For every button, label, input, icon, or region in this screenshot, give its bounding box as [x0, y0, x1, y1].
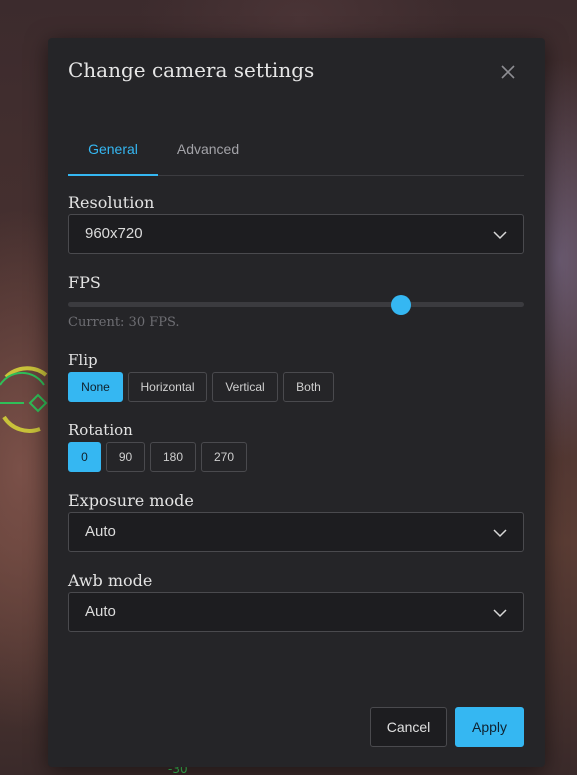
- settings-tabs: General Advanced: [68, 131, 524, 176]
- crosshair-hud-icon: [0, 366, 48, 433]
- flip-option-none[interactable]: None: [68, 372, 123, 402]
- camera-settings-dialog: Change camera settings General Advanced …: [48, 38, 545, 767]
- awb-mode-value: Auto: [85, 603, 116, 620]
- fps-slider[interactable]: [68, 294, 524, 315]
- apply-button[interactable]: Apply: [455, 707, 524, 747]
- flip-label: Flip: [68, 351, 98, 369]
- rotation-label: Rotation: [68, 421, 133, 439]
- resolution-label: Resolution: [68, 193, 155, 212]
- tab-advanced[interactable]: Advanced: [168, 131, 248, 176]
- exposure-mode-label: Exposure mode: [68, 491, 194, 510]
- rotation-option-180[interactable]: 180: [150, 442, 196, 472]
- resolution-select[interactable]: 960x720: [68, 214, 524, 254]
- resolution-value: 960x720: [85, 225, 143, 242]
- fps-current-text: Current: 30 FPS.: [68, 315, 180, 330]
- tab-general[interactable]: General: [68, 131, 158, 176]
- flip-option-vertical[interactable]: Vertical: [212, 372, 278, 402]
- rotation-option-90[interactable]: 90: [106, 442, 145, 472]
- chevron-down-icon: [493, 231, 507, 240]
- awb-mode-label: Awb mode: [68, 571, 153, 590]
- chevron-down-icon: [493, 529, 507, 538]
- dialog-title: Change camera settings: [68, 58, 315, 82]
- rotation-option-0[interactable]: 0: [68, 442, 101, 472]
- close-icon[interactable]: [500, 64, 516, 80]
- fps-slider-thumb[interactable]: [390, 295, 411, 315]
- exposure-mode-select[interactable]: Auto: [68, 512, 524, 552]
- exposure-mode-value: Auto: [85, 523, 116, 540]
- fps-slider-track: [68, 302, 524, 307]
- rotation-option-270[interactable]: 270: [201, 442, 247, 472]
- cancel-button[interactable]: Cancel: [370, 707, 447, 747]
- flip-option-horizontal[interactable]: Horizontal: [128, 372, 207, 402]
- fps-label: FPS: [68, 273, 101, 292]
- flip-option-both[interactable]: Both: [283, 372, 334, 402]
- chevron-down-icon: [493, 609, 507, 618]
- awb-mode-select[interactable]: Auto: [68, 592, 524, 632]
